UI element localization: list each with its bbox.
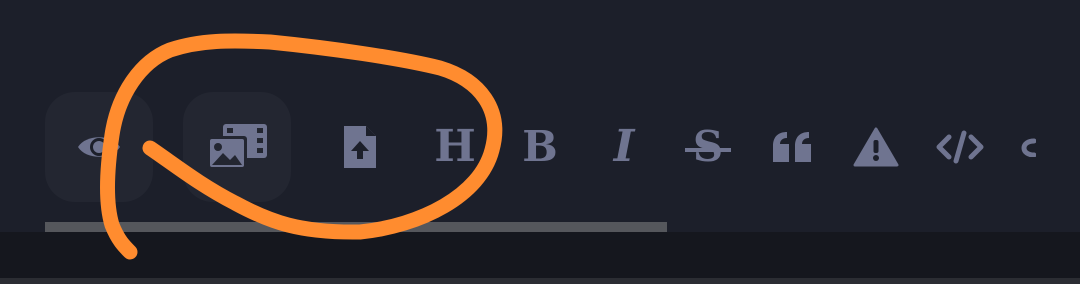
warning-icon [853,127,899,167]
heading-icon: H [434,121,476,172]
code-icon [935,130,985,164]
strike-line [684,148,732,152]
upload-file-button[interactable] [330,92,390,202]
link-icon [1014,137,1036,157]
italic-icon: I [613,121,635,172]
heading-button[interactable]: H [425,92,485,202]
warning-callout-button[interactable] [846,92,906,202]
editor-toolbar: H B I S [0,0,1080,233]
eye-icon [76,132,122,162]
strikethrough-button[interactable]: S [678,92,738,202]
insert-gallery-button[interactable] [183,92,291,202]
bold-button[interactable]: B [510,92,570,202]
quote-button[interactable] [762,92,822,202]
file-upload-icon [342,124,378,170]
preview-toggle-button[interactable] [45,92,153,202]
gallery-icon [205,122,269,172]
footer-divider [0,278,1080,284]
editor-footer [0,232,1080,284]
code-button[interactable] [930,92,990,202]
link-button-partial[interactable] [1014,92,1036,202]
bold-icon: B [522,122,558,171]
quote-icon [771,130,813,164]
strikethrough-letter: S [692,122,724,171]
italic-button[interactable]: I [594,92,654,202]
strikethrough-icon: S [684,126,732,168]
